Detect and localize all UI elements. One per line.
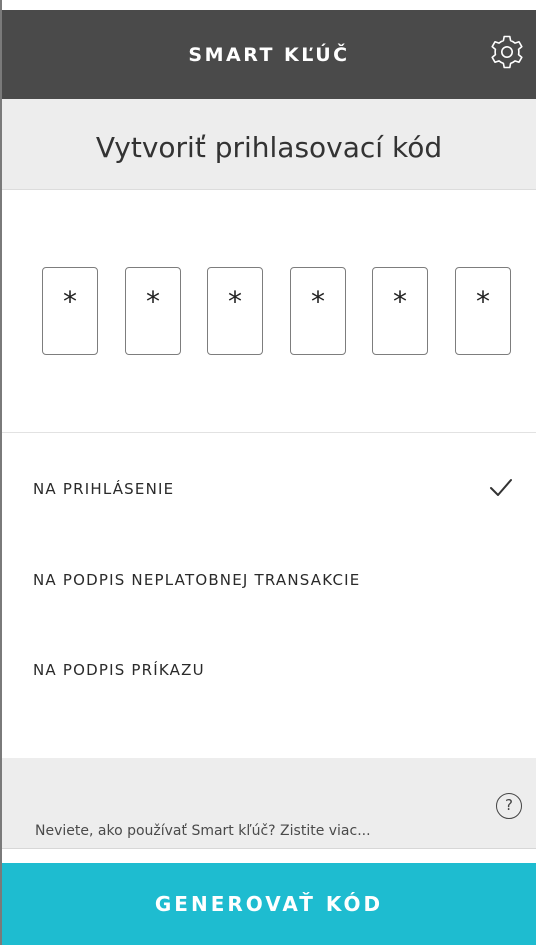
question-icon[interactable]: ?: [496, 793, 522, 819]
option-label: NA PODPIS PRÍKAZU: [33, 661, 205, 679]
pin-digit-box: *: [42, 267, 98, 355]
checkmark-icon: [490, 479, 512, 496]
option-login[interactable]: NA PRIHLÁSENIE: [2, 460, 536, 520]
divider: [2, 432, 536, 433]
option-order-signature[interactable]: NA PODPIS PRÍKAZU: [2, 641, 536, 701]
app-title: SMART KĽÚČ: [188, 44, 350, 66]
gear-icon[interactable]: [486, 31, 528, 73]
option-label: NA PRIHLÁSENIE: [33, 480, 175, 498]
pin-digit-box: *: [455, 267, 511, 355]
option-non-payment-transaction[interactable]: NA PODPIS NEPLATOBNEJ TRANSAKCIE: [2, 551, 536, 611]
pin-digit-box: *: [125, 267, 181, 355]
option-label: NA PODPIS NEPLATOBNEJ TRANSAKCIE: [33, 571, 361, 589]
pin-digit-box: *: [207, 267, 263, 355]
pin-digit-box: *: [290, 267, 346, 355]
generate-code-button[interactable]: GENEROVAŤ KÓD: [2, 863, 536, 945]
app-frame: SMART KĽÚČ Vytvoriť prihlasovací kód * *…: [0, 0, 536, 945]
pin-digit-box: *: [372, 267, 428, 355]
help-link[interactable]: Neviete, ako používať Smart kľúč? Zistit…: [35, 823, 371, 839]
page-title: Vytvoriť prihlasovací kód: [95, 131, 443, 164]
pin-code-row: * * * * * *: [42, 267, 512, 357]
